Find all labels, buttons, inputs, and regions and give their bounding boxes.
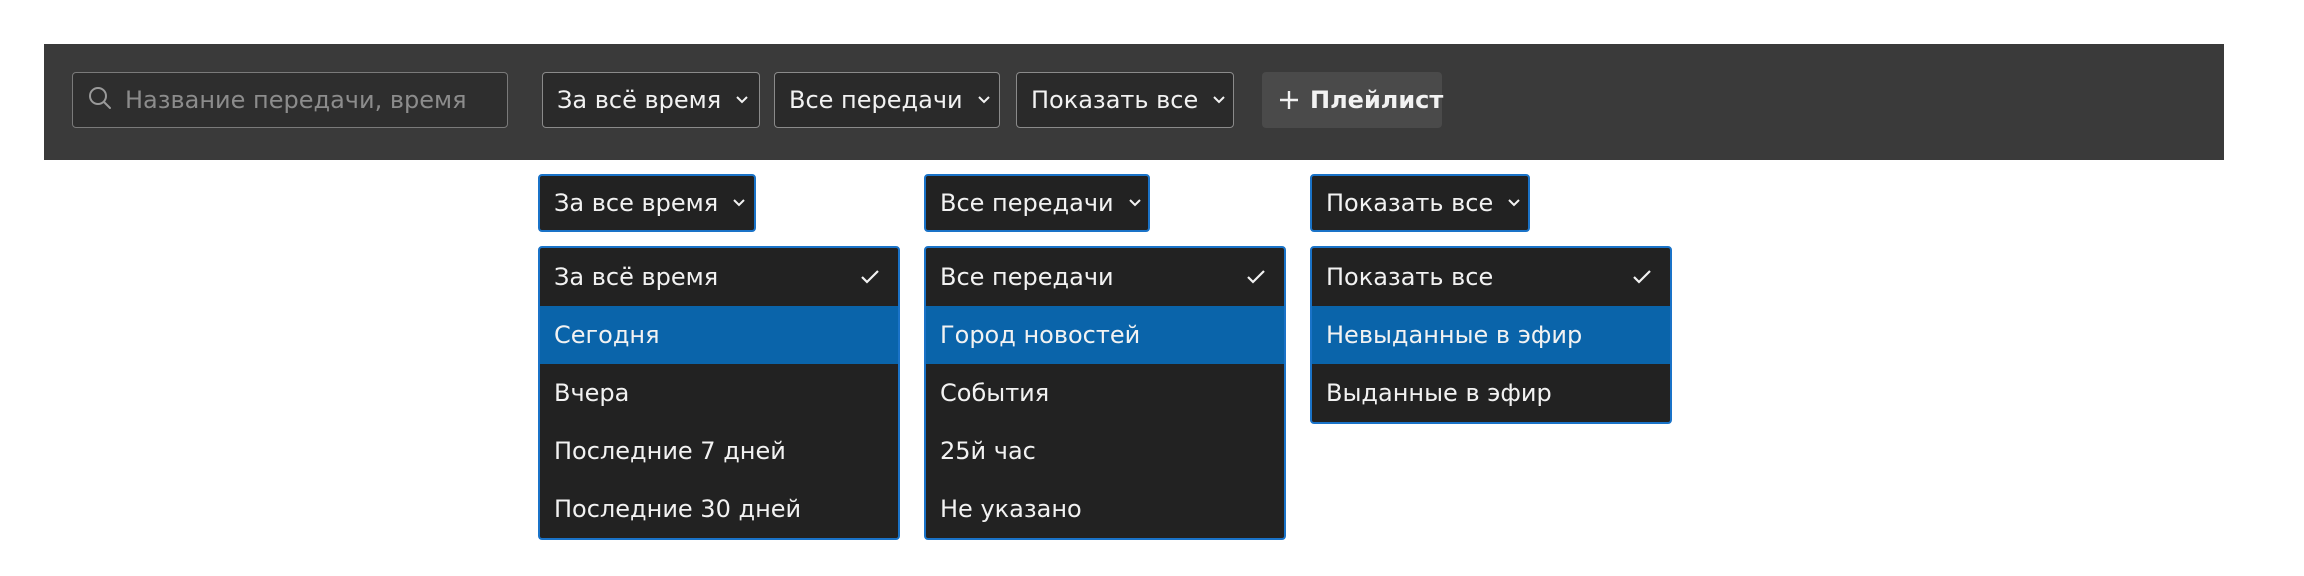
menu-option[interactable]: Невыданные в эфир: [1312, 306, 1670, 364]
program-select-open-label: Все передачи: [940, 189, 1114, 217]
period-select-label: За всё время: [557, 86, 722, 114]
option-label: Сегодня: [554, 321, 660, 349]
chevron-down-icon: [977, 95, 991, 105]
option-label: События: [940, 379, 1050, 407]
checkmark-icon: [1632, 269, 1652, 285]
search-field[interactable]: [72, 72, 508, 128]
menu-option[interactable]: 25й час: [926, 422, 1284, 480]
search-input[interactable]: [123, 85, 487, 115]
option-label: Вчера: [554, 379, 630, 407]
status-menu: Показать все Невыданные в эфир Выданные …: [1310, 246, 1672, 424]
program-select[interactable]: Все передачи: [774, 72, 1000, 128]
menu-option[interactable]: За всё время: [540, 248, 898, 306]
program-select-label: Все передачи: [789, 86, 963, 114]
menu-option[interactable]: Сегодня: [540, 306, 898, 364]
option-label: Город новостей: [940, 321, 1141, 349]
checkmark-icon: [860, 269, 880, 285]
status-select-open-label: Показать все: [1326, 189, 1494, 217]
chevron-down-icon: [1128, 198, 1142, 208]
period-select[interactable]: За всё время: [542, 72, 760, 128]
program-menu: Все передачи Город новостей События 25й …: [924, 246, 1286, 540]
plus-icon: [1278, 89, 1300, 111]
program-select-open[interactable]: Все передачи: [924, 174, 1150, 232]
page: За всё время Все передачи Показать все: [0, 0, 2304, 576]
menu-option[interactable]: Не указано: [926, 480, 1284, 538]
option-label: Последние 7 дней: [554, 437, 786, 465]
option-label: Не указано: [940, 495, 1082, 523]
option-label: Последние 30 дней: [554, 495, 802, 523]
status-select-open[interactable]: Показать все: [1310, 174, 1530, 232]
menu-option[interactable]: Последние 30 дней: [540, 480, 898, 538]
menu-option[interactable]: Последние 7 дней: [540, 422, 898, 480]
option-label: Выданные в эфир: [1326, 379, 1552, 407]
option-label: Показать все: [1326, 263, 1494, 291]
add-playlist-label: Плейлист: [1310, 86, 1444, 114]
chevron-down-icon: [732, 198, 746, 208]
search-icon: [87, 85, 113, 115]
period-menu: За всё время Сегодня Вчера Последние 7 д…: [538, 246, 900, 540]
option-label: 25й час: [940, 437, 1036, 465]
add-playlist-button[interactable]: Плейлист: [1262, 72, 1444, 128]
period-select-open-label: За все время: [554, 189, 719, 217]
menu-option[interactable]: Показать все: [1312, 248, 1670, 306]
period-select-open[interactable]: За все время: [538, 174, 756, 232]
filter-toolbar: За всё время Все передачи Показать все: [44, 44, 2224, 160]
option-label: Все передачи: [940, 263, 1114, 291]
checkmark-icon: [1246, 269, 1266, 285]
option-label: Невыданные в эфир: [1326, 321, 1583, 349]
menu-option[interactable]: Вчера: [540, 364, 898, 422]
chevron-down-icon: [1507, 198, 1521, 208]
chevron-down-icon: [1212, 95, 1226, 105]
menu-option[interactable]: Город новостей: [926, 306, 1284, 364]
menu-option[interactable]: Все передачи: [926, 248, 1284, 306]
menu-option[interactable]: Выданные в эфир: [1312, 364, 1670, 422]
chevron-down-icon: [735, 95, 749, 105]
status-select[interactable]: Показать все: [1016, 72, 1234, 128]
menu-option[interactable]: События: [926, 364, 1284, 422]
status-select-label: Показать все: [1031, 86, 1199, 114]
option-label: За всё время: [554, 263, 719, 291]
